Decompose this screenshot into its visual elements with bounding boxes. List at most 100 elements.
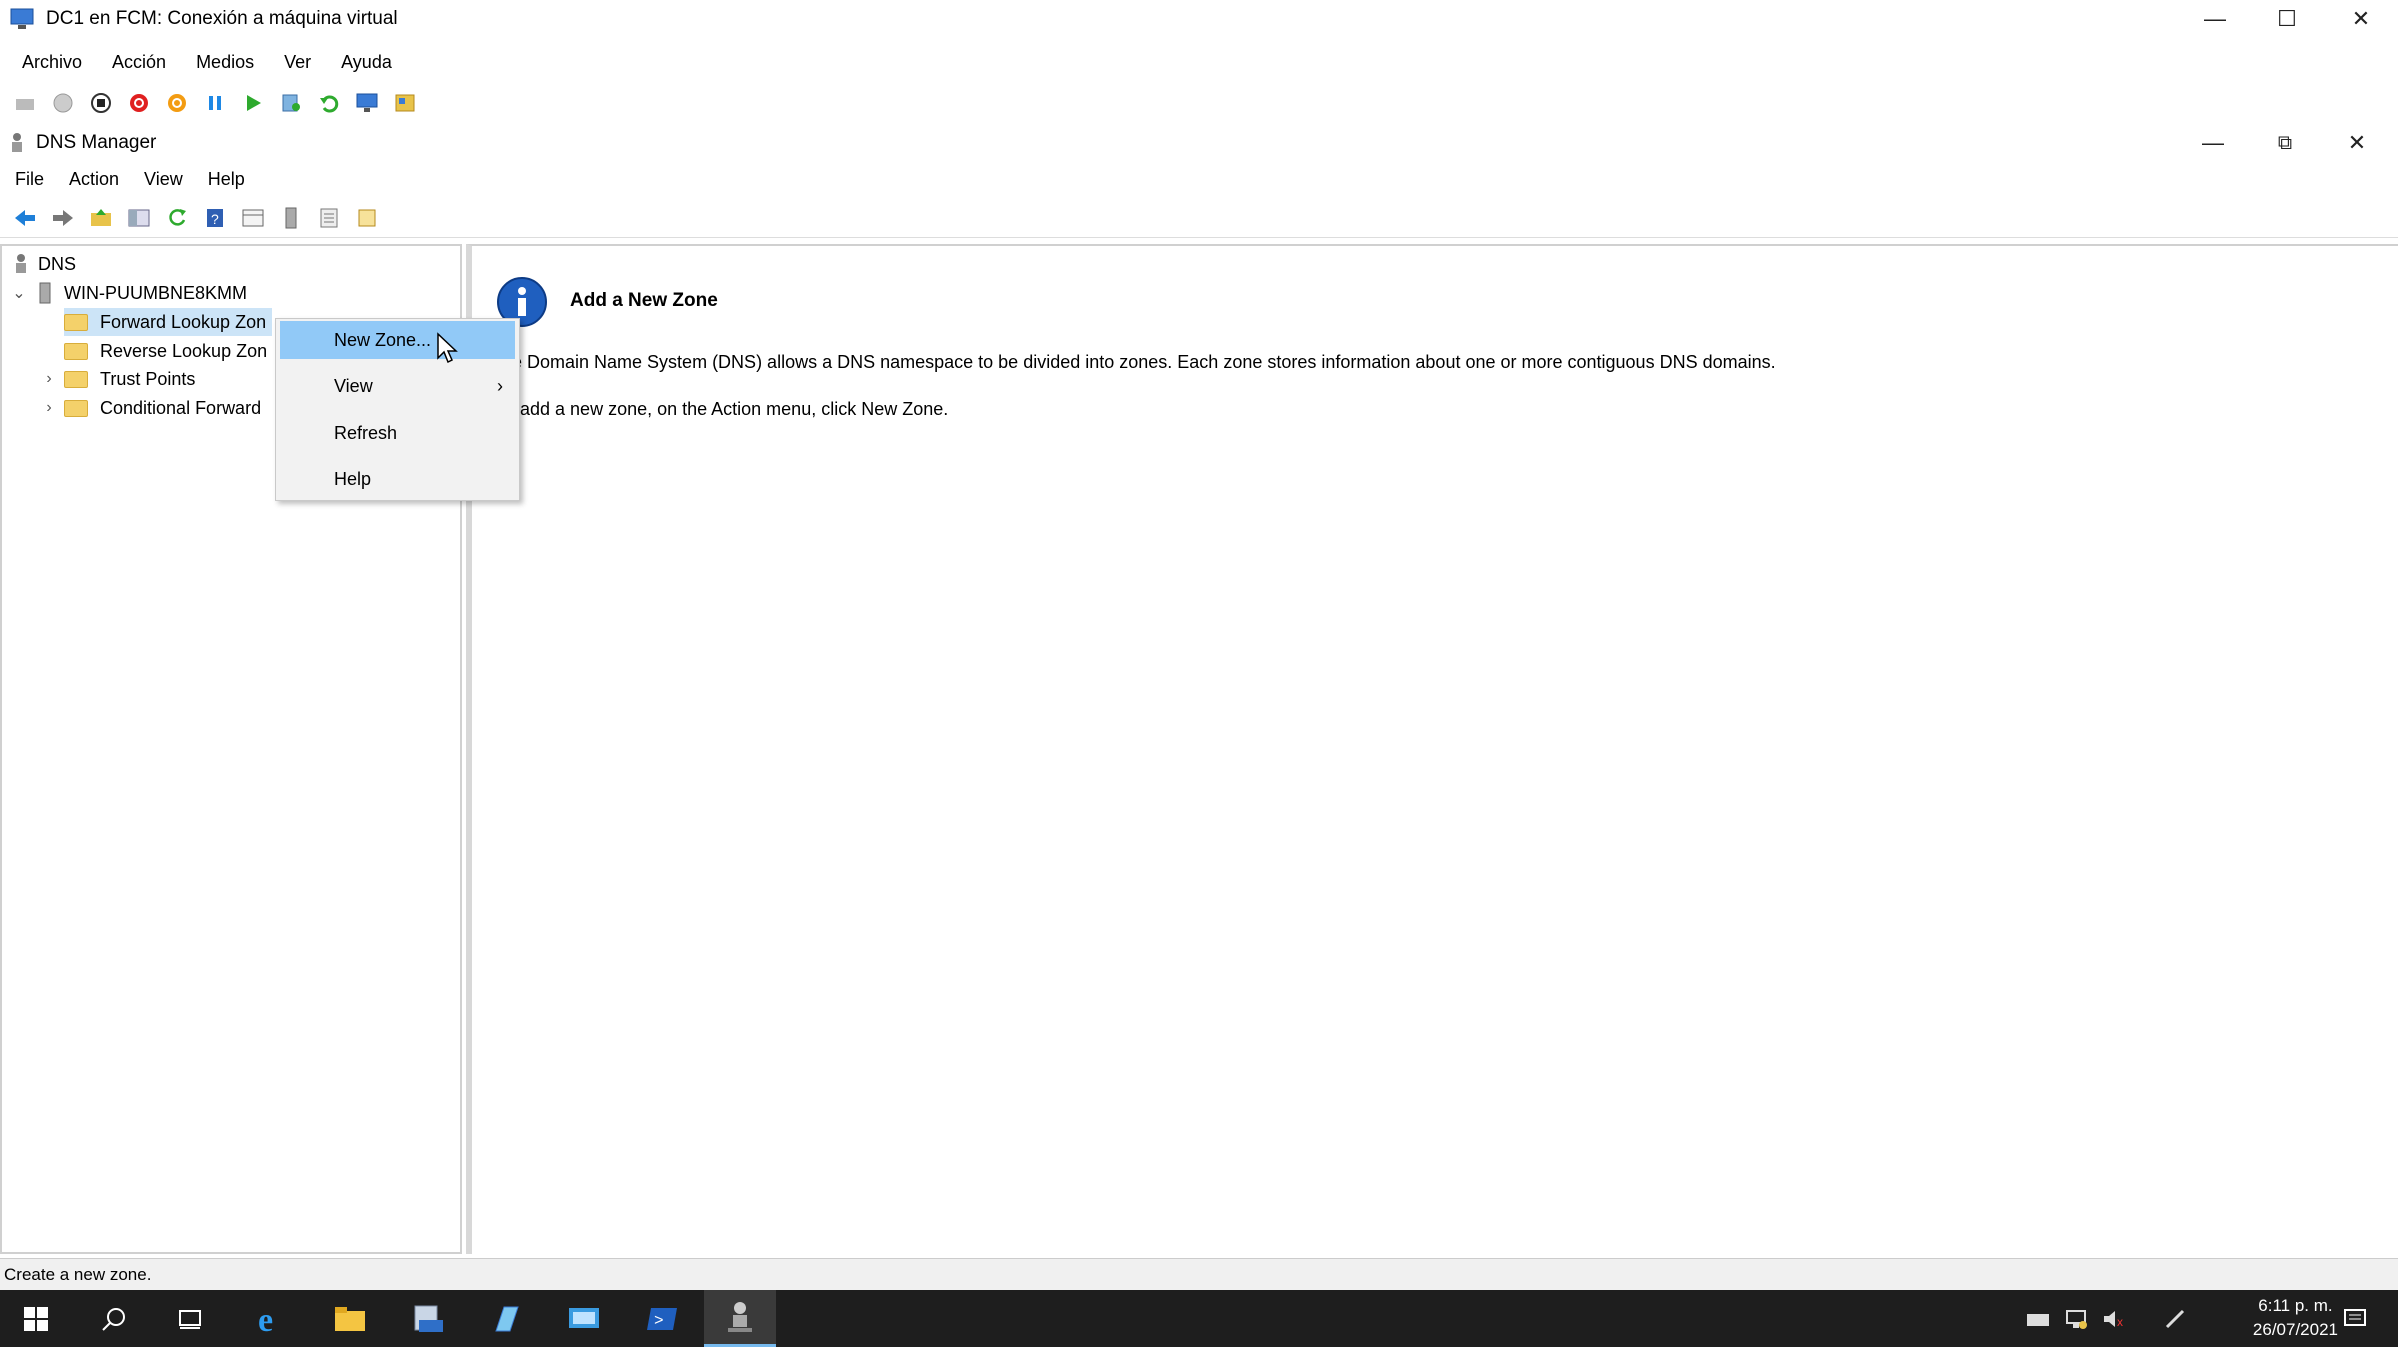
resume-icon[interactable]	[240, 90, 266, 116]
pen-tray-icon[interactable]	[2156, 1290, 2196, 1347]
server-manager-icon[interactable]	[392, 1290, 464, 1347]
dns-menu-help[interactable]: Help	[208, 169, 245, 190]
chevron-right-icon[interactable]: ›	[40, 399, 58, 417]
menu-item-new-zone[interactable]: New Zone...	[280, 321, 515, 359]
close-button[interactable]: ✕	[2326, 0, 2396, 38]
folder-icon	[64, 313, 88, 331]
clock-date: 26/07/2021	[2252, 1320, 2338, 1339]
svg-text:e: e	[258, 1302, 273, 1336]
dns-menu-action[interactable]: Action	[69, 169, 119, 190]
shutdown-icon[interactable]	[126, 90, 152, 116]
minimize-button[interactable]: —	[2180, 0, 2250, 38]
taskbar-clock[interactable]: 6:11 p. m. 26/07/2021	[2253, 1294, 2338, 1342]
vm-menu-ver[interactable]: Ver	[284, 52, 311, 73]
vm-menubar: Archivo Acción Medios Ver Ayuda	[0, 45, 2398, 79]
tree-label-reverse-lookup: Reverse Lookup Zon	[100, 340, 268, 361]
share-icon[interactable]	[392, 90, 418, 116]
pause-icon[interactable]	[202, 90, 228, 116]
vm-menu-archivo[interactable]: Archivo	[22, 52, 82, 73]
up-folder-icon[interactable]	[88, 205, 114, 231]
dns-menu-view[interactable]: View	[144, 169, 183, 190]
dns-menubar: File Action View Help	[0, 163, 2398, 195]
menu-item-help[interactable]: Help	[280, 460, 515, 498]
tree-item-reverse-lookup[interactable]: Reverse Lookup Zon	[64, 337, 267, 365]
clock-time: 6:11 p. m.	[2258, 1296, 2333, 1315]
list-icon[interactable]	[316, 205, 342, 231]
vm-menu-medios[interactable]: Medios	[196, 52, 254, 73]
notifications-icon[interactable]	[2330, 1290, 2380, 1347]
checkpoint-icon[interactable]	[278, 90, 304, 116]
dns-close-button[interactable]: ✕	[2322, 127, 2392, 159]
dns-menu-file[interactable]: File	[15, 169, 44, 190]
task-view-icon[interactable]	[154, 1290, 226, 1347]
menu-item-refresh[interactable]: Refresh	[280, 414, 515, 452]
revert-icon[interactable]	[316, 90, 342, 116]
tree-item-trust-points[interactable]: › Trust Points	[40, 365, 195, 393]
vm-window-title: DC1 en FCM: Conexión a máquina virtual	[46, 8, 398, 29]
notepad-icon[interactable]	[470, 1290, 542, 1347]
start-windows-icon[interactable]	[0, 1290, 72, 1347]
save-state-icon[interactable]	[164, 90, 190, 116]
show-tree-icon[interactable]	[126, 205, 152, 231]
network-tray-icon[interactable]	[2056, 1290, 2096, 1347]
vm-monitor-icon	[10, 8, 34, 30]
forward-arrow-icon[interactable]	[50, 205, 76, 231]
dns-restore-button[interactable]: ⧉	[2250, 127, 2320, 159]
turn-off-icon[interactable]	[88, 90, 114, 116]
ctrl-alt-del-icon[interactable]	[12, 90, 38, 116]
tree-label-forward-lookup: Forward Lookup Zon	[100, 311, 267, 332]
dns-titlebar: DNS Manager — ⧉ ✕	[0, 127, 2398, 159]
submenu-arrow-icon: ›	[497, 375, 503, 396]
back-arrow-icon[interactable]	[12, 205, 38, 231]
tree-item-conditional-forwarders[interactable]: › Conditional Forward	[40, 394, 261, 422]
internet-explorer-icon[interactable]: e	[236, 1290, 308, 1347]
dns-root-icon	[12, 253, 30, 275]
details-pane: Add a New Zone e Domain Name System (DNS…	[466, 244, 2398, 1254]
vm-menu-accion[interactable]: Acción	[112, 52, 166, 73]
menu-item-view[interactable]: View ›	[280, 367, 515, 405]
tree-item-server[interactable]: ⌄ WIN-PUUMBNE8KMM	[10, 279, 247, 307]
server-icon[interactable]	[278, 205, 304, 231]
filter-icon[interactable]	[354, 205, 380, 231]
dns-window-title: DNS Manager	[36, 132, 157, 153]
tree-item-forward-lookup[interactable]: Forward Lookup Zon	[64, 308, 273, 336]
vm-toolbar	[0, 84, 2398, 122]
dns-app-icon	[8, 132, 26, 154]
maximize-button[interactable]: ☐	[2252, 0, 2322, 38]
start-icon[interactable]	[50, 90, 76, 116]
dns-manager-taskbar-icon[interactable]	[704, 1290, 776, 1347]
chevron-down-icon[interactable]: ⌄	[10, 283, 28, 303]
properties-icon[interactable]	[240, 205, 266, 231]
search-icon[interactable]	[78, 1290, 150, 1347]
folder-icon	[64, 342, 88, 360]
taskbar: e > x 6:11 p. m. 26/07/2021	[0, 1290, 2398, 1347]
vm-menu-ayuda[interactable]: Ayuda	[341, 52, 392, 73]
info-heading: Add a New Zone	[570, 290, 718, 311]
status-bar: Create a new zone.	[0, 1258, 2398, 1290]
dns-minimize-button[interactable]: —	[2178, 127, 2248, 159]
menu-item-view-label: View	[334, 375, 373, 396]
tree-label-server: WIN-PUUMBNE8KMM	[64, 282, 247, 303]
remote-desktop-icon[interactable]	[548, 1290, 620, 1347]
svg-text:?: ?	[211, 211, 219, 227]
info-line-2: add a new zone, on the Action menu, clic…	[520, 399, 949, 419]
svg-text:x: x	[2117, 1315, 2123, 1329]
info-line-1: e Domain Name System (DNS) allows a DNS …	[512, 352, 1776, 372]
volume-tray-icon[interactable]: x	[2094, 1290, 2134, 1347]
context-menu: New Zone... View › Refresh Help	[275, 318, 520, 501]
refresh-icon[interactable]	[164, 205, 190, 231]
mouse-cursor-icon	[436, 332, 458, 369]
tree-item-dns-root[interactable]: DNS	[12, 250, 76, 278]
enhanced-session-icon[interactable]	[354, 90, 380, 116]
help-icon[interactable]: ?	[202, 205, 228, 231]
file-explorer-icon[interactable]	[314, 1290, 386, 1347]
keyboard-tray-icon[interactable]	[2018, 1290, 2058, 1347]
powershell-icon[interactable]: >	[626, 1290, 698, 1347]
dns-toolbar: ?	[0, 198, 2398, 238]
tree-label-conditional-forwarders: Conditional Forward	[100, 397, 262, 418]
folder-icon	[64, 370, 88, 388]
chevron-right-icon[interactable]: ›	[40, 370, 58, 388]
folder-icon	[64, 399, 88, 417]
server-icon	[38, 282, 52, 304]
vm-titlebar: DC1 en FCM: Conexión a máquina virtual —…	[0, 0, 2398, 38]
